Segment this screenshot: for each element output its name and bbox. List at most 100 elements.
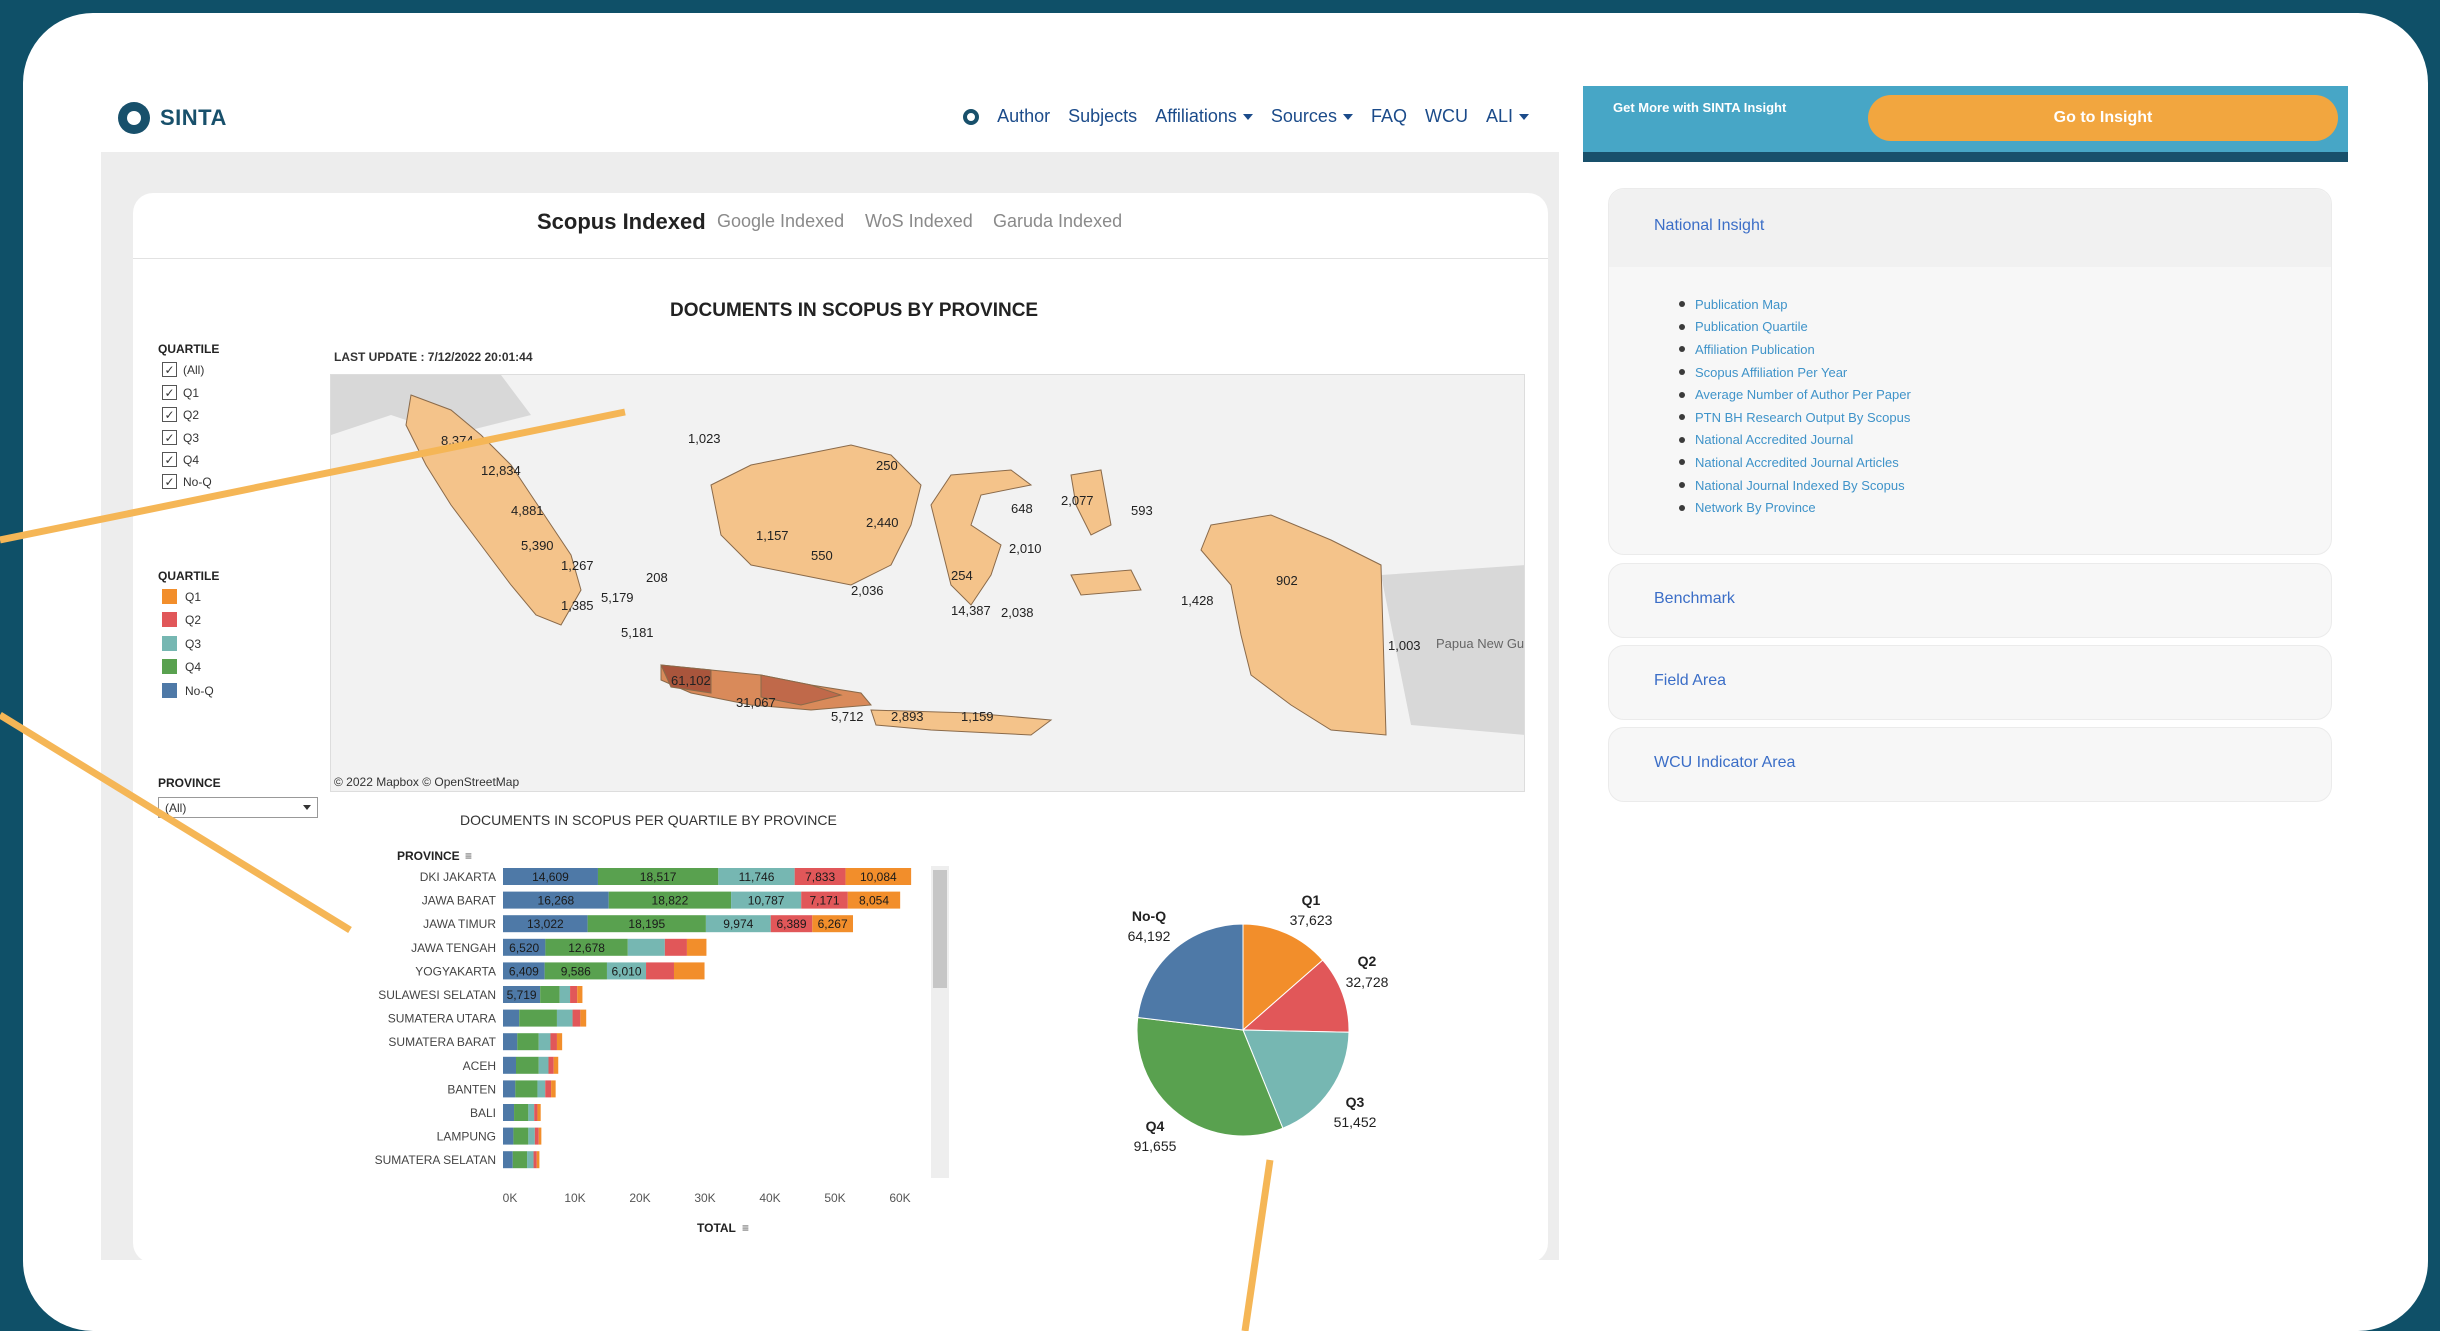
accordion-title[interactable]: National Insight — [1654, 217, 1764, 235]
bar-segment — [534, 1104, 538, 1121]
pie-category-label: Q2 — [1358, 953, 1377, 969]
bar-segment — [515, 1080, 538, 1098]
link-label: Publication Map — [1695, 296, 1788, 312]
go-to-insight-button[interactable]: Go to Insight — [1868, 95, 2338, 141]
bar-category-label: JAWA TIMUR — [423, 917, 496, 931]
list-item[interactable]: National Accredited Journal — [1679, 429, 1911, 452]
bar-segment — [551, 1080, 556, 1098]
bar-data-label: 14,609 — [532, 870, 569, 884]
bar-segment — [528, 1127, 535, 1145]
accordion-title: Benchmark — [1654, 590, 1735, 607]
bar-segment — [664, 938, 687, 956]
bar-data-label: 6,520 — [509, 941, 539, 955]
bar-segment — [538, 1127, 542, 1145]
bar-data-label: 10,084 — [860, 870, 897, 884]
bar-data-label: 18,517 — [640, 870, 677, 884]
bar-data-label: 18,195 — [628, 917, 665, 931]
bullet-icon — [1679, 369, 1685, 376]
list-item[interactable]: Publication Map — [1679, 293, 1911, 316]
pie-category-label: No-Q — [1132, 908, 1166, 924]
x-tick-label: 30K — [694, 1191, 715, 1205]
link-label: Average Number of Author Per Paper — [1695, 387, 1911, 403]
bar-segment — [538, 1033, 551, 1051]
bullet-icon — [1679, 482, 1685, 489]
bar-data-label: 16,268 — [538, 894, 575, 908]
bar-data-label: 7,171 — [809, 894, 839, 908]
link-label: Publication Quartile — [1695, 319, 1808, 335]
list-item[interactable]: PTN BH Research Output By Scopus — [1679, 406, 1911, 429]
bar-data-label: 9,586 — [561, 964, 591, 978]
bar-segment — [627, 938, 665, 956]
bar-segment — [512, 1151, 528, 1169]
bar-data-label: 9,974 — [723, 917, 753, 931]
bar-segment — [556, 1009, 573, 1027]
pie-value-label: 91,655 — [1134, 1138, 1177, 1154]
insight-text: Get More with SINTA Insight — [1613, 100, 1787, 115]
banner-underline — [1583, 152, 2348, 162]
bar-segment — [536, 1151, 540, 1169]
accordion-wcu-indicator-area[interactable]: WCU Indicator Area — [1608, 727, 2332, 802]
bar-category-label: DKI JAKARTA — [420, 870, 496, 884]
bar-category-label: BANTEN — [447, 1082, 496, 1096]
bar-segment — [503, 1056, 516, 1074]
bar-data-label: 5,719 — [507, 988, 537, 1002]
list-item[interactable]: Average Number of Author Per Paper — [1679, 383, 1911, 406]
x-tick-label: 0K — [503, 1191, 518, 1205]
bar-category-label: ACEH — [463, 1059, 496, 1073]
x-tick-label: 60K — [889, 1191, 910, 1205]
accordion-field-area[interactable]: Field Area — [1608, 645, 2332, 720]
accordion-benchmark[interactable]: Benchmark — [1608, 563, 2332, 638]
link-label: National Journal Indexed By Scopus — [1695, 477, 1905, 493]
bar-category-label: JAWA TENGAH — [411, 941, 496, 955]
list-item[interactable]: National Journal Indexed By Scopus — [1679, 474, 1911, 497]
list-item[interactable]: Network By Province — [1679, 496, 1911, 519]
pie-category-label: Q3 — [1346, 1094, 1365, 1110]
link-label: Network By Province — [1695, 500, 1816, 516]
bar-category-label: JAWA BARAT — [422, 894, 497, 908]
list-item[interactable]: Affiliation Publication — [1679, 338, 1911, 361]
bullet-icon — [1679, 346, 1685, 353]
sort-icon: ≡ — [465, 849, 472, 863]
bar-segment — [537, 1104, 541, 1121]
bar-segment — [686, 938, 707, 956]
bar-segment — [537, 1080, 546, 1098]
bullet-icon — [1679, 459, 1685, 466]
list-item[interactable]: National Accredited Journal Articles — [1679, 451, 1911, 474]
bar-category-label: SULAWESI SELATAN — [378, 988, 496, 1002]
bar-segment — [570, 986, 578, 1003]
bar-category-label: SUMATERA BARAT — [388, 1035, 496, 1049]
bar-segment — [553, 1056, 559, 1074]
bar-category-label: BALI — [470, 1106, 496, 1120]
bar-data-label: 11,746 — [739, 870, 775, 884]
bullet-icon — [1679, 436, 1685, 443]
pie-value-label: 64,192 — [1128, 928, 1171, 944]
pie-category-label: Q1 — [1302, 892, 1321, 908]
bar-segment — [527, 1151, 534, 1169]
bar-segment — [503, 1009, 520, 1027]
pie-value-label: 32,728 — [1346, 974, 1389, 990]
list-item[interactable]: Publication Quartile — [1679, 316, 1911, 339]
link-label: National Accredited Journal — [1695, 432, 1854, 448]
bar-data-label: 6,010 — [611, 964, 641, 978]
pie-value-label: 51,452 — [1334, 1114, 1377, 1130]
bullet-icon — [1679, 301, 1685, 308]
insight-banner: Get More with SINTA Insight Go to Insigh… — [1583, 86, 2348, 162]
bar-category-label: SUMATERA UTARA — [388, 1012, 496, 1026]
bar-segment — [556, 1033, 563, 1051]
link-label: Scopus Affiliation Per Year — [1695, 364, 1848, 380]
bar-segment — [673, 962, 705, 980]
bar-data-label: 8,054 — [859, 894, 889, 908]
bar-data-label: 6,409 — [509, 964, 539, 978]
bar-segment — [580, 1009, 587, 1027]
bar-segment — [545, 1080, 552, 1098]
bar-category-label: SUMATERA SELATAN — [375, 1153, 496, 1167]
bullet-icon — [1679, 391, 1685, 398]
list-item[interactable]: Scopus Affiliation Per Year — [1679, 361, 1911, 384]
accordion-national-insight: National Insight Publication Map Publica… — [1608, 188, 2332, 555]
pie-category-label: Q4 — [1146, 1118, 1165, 1134]
bar-data-label: 18,822 — [652, 894, 689, 908]
bar-segment — [503, 1033, 518, 1051]
bar-segment — [503, 1127, 514, 1145]
bullet-icon — [1679, 504, 1685, 511]
accordion-title: WCU Indicator Area — [1654, 754, 1796, 771]
